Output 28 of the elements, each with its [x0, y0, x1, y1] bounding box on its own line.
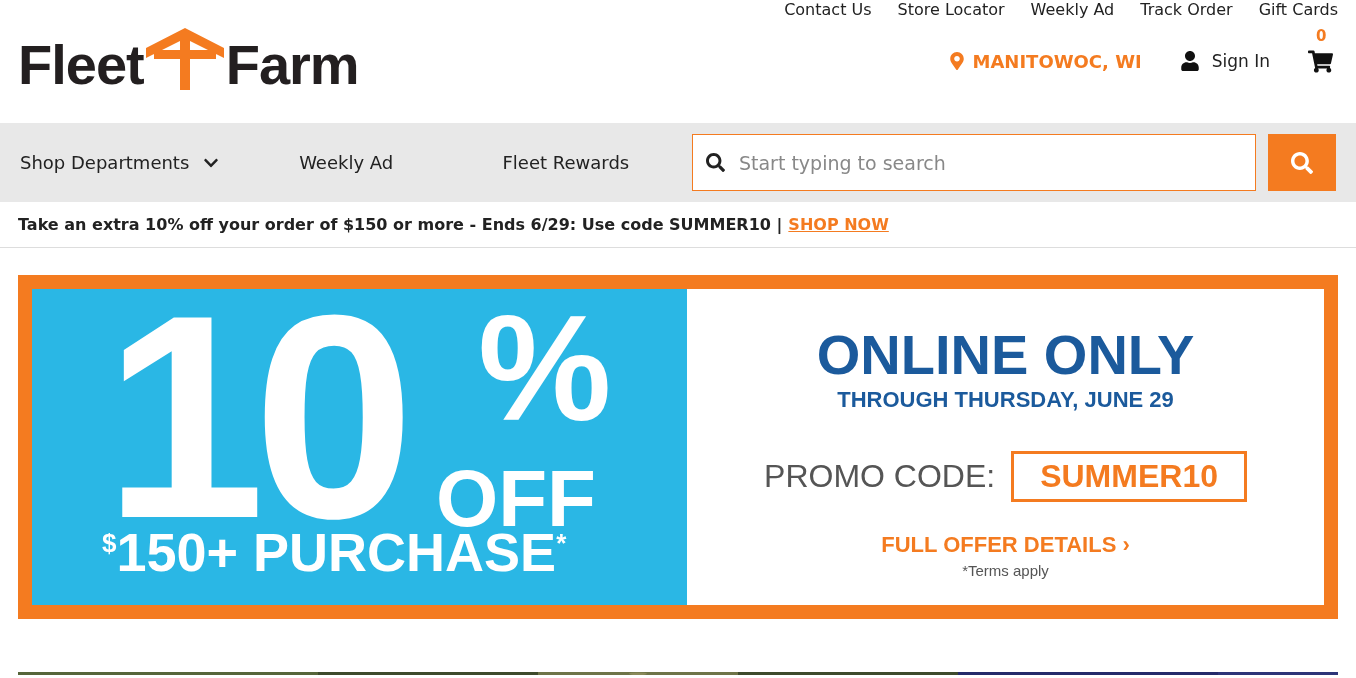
- promo-code-label: PROMO CODE:: [764, 458, 996, 495]
- logo-text: Fleet: [18, 36, 144, 93]
- nav-link[interactable]: Weekly Ad: [299, 152, 503, 173]
- utility-link[interactable]: Gift Cards: [1258, 0, 1338, 19]
- sign-in-link[interactable]: Sign In: [1179, 51, 1270, 71]
- promo-code: SUMMER10: [1011, 451, 1247, 502]
- location-pin-icon: [947, 52, 966, 70]
- utility-link[interactable]: Store Locator: [897, 0, 1005, 19]
- cart-count: 0: [1316, 27, 1327, 45]
- nav-link[interactable]: Fleet Rewards: [502, 152, 686, 173]
- percent-sign: %: [478, 293, 613, 443]
- departments-menu[interactable]: Shop Departments: [20, 152, 300, 173]
- search-icon: [705, 153, 725, 172]
- ff-logo-icon: [145, 27, 224, 90]
- logo-text: Farm: [225, 36, 359, 93]
- banner-subhead: THROUGH THURSDAY, JUNE 29: [837, 387, 1174, 413]
- cart-icon: [1308, 49, 1333, 74]
- search-icon: [1291, 151, 1314, 174]
- user-icon: [1179, 51, 1200, 71]
- banner-headline: ONLINE ONLY: [816, 327, 1195, 383]
- search-button[interactable]: [1268, 134, 1336, 191]
- utility-link[interactable]: Weekly Ad: [1030, 0, 1115, 19]
- promo-message: Take an extra 10% off your order of $150 or more - Ends 6/29: Use code SUMMER10 |: [18, 215, 783, 234]
- search-field[interactable]: Start typing to search: [691, 134, 1257, 191]
- terms-note: *Terms apply: [962, 562, 1049, 579]
- utility-link[interactable]: Contact Us: [784, 0, 872, 19]
- utility-link[interactable]: Track Order: [1140, 0, 1233, 19]
- logo[interactable]: Fleet Farm: [18, 0, 359, 123]
